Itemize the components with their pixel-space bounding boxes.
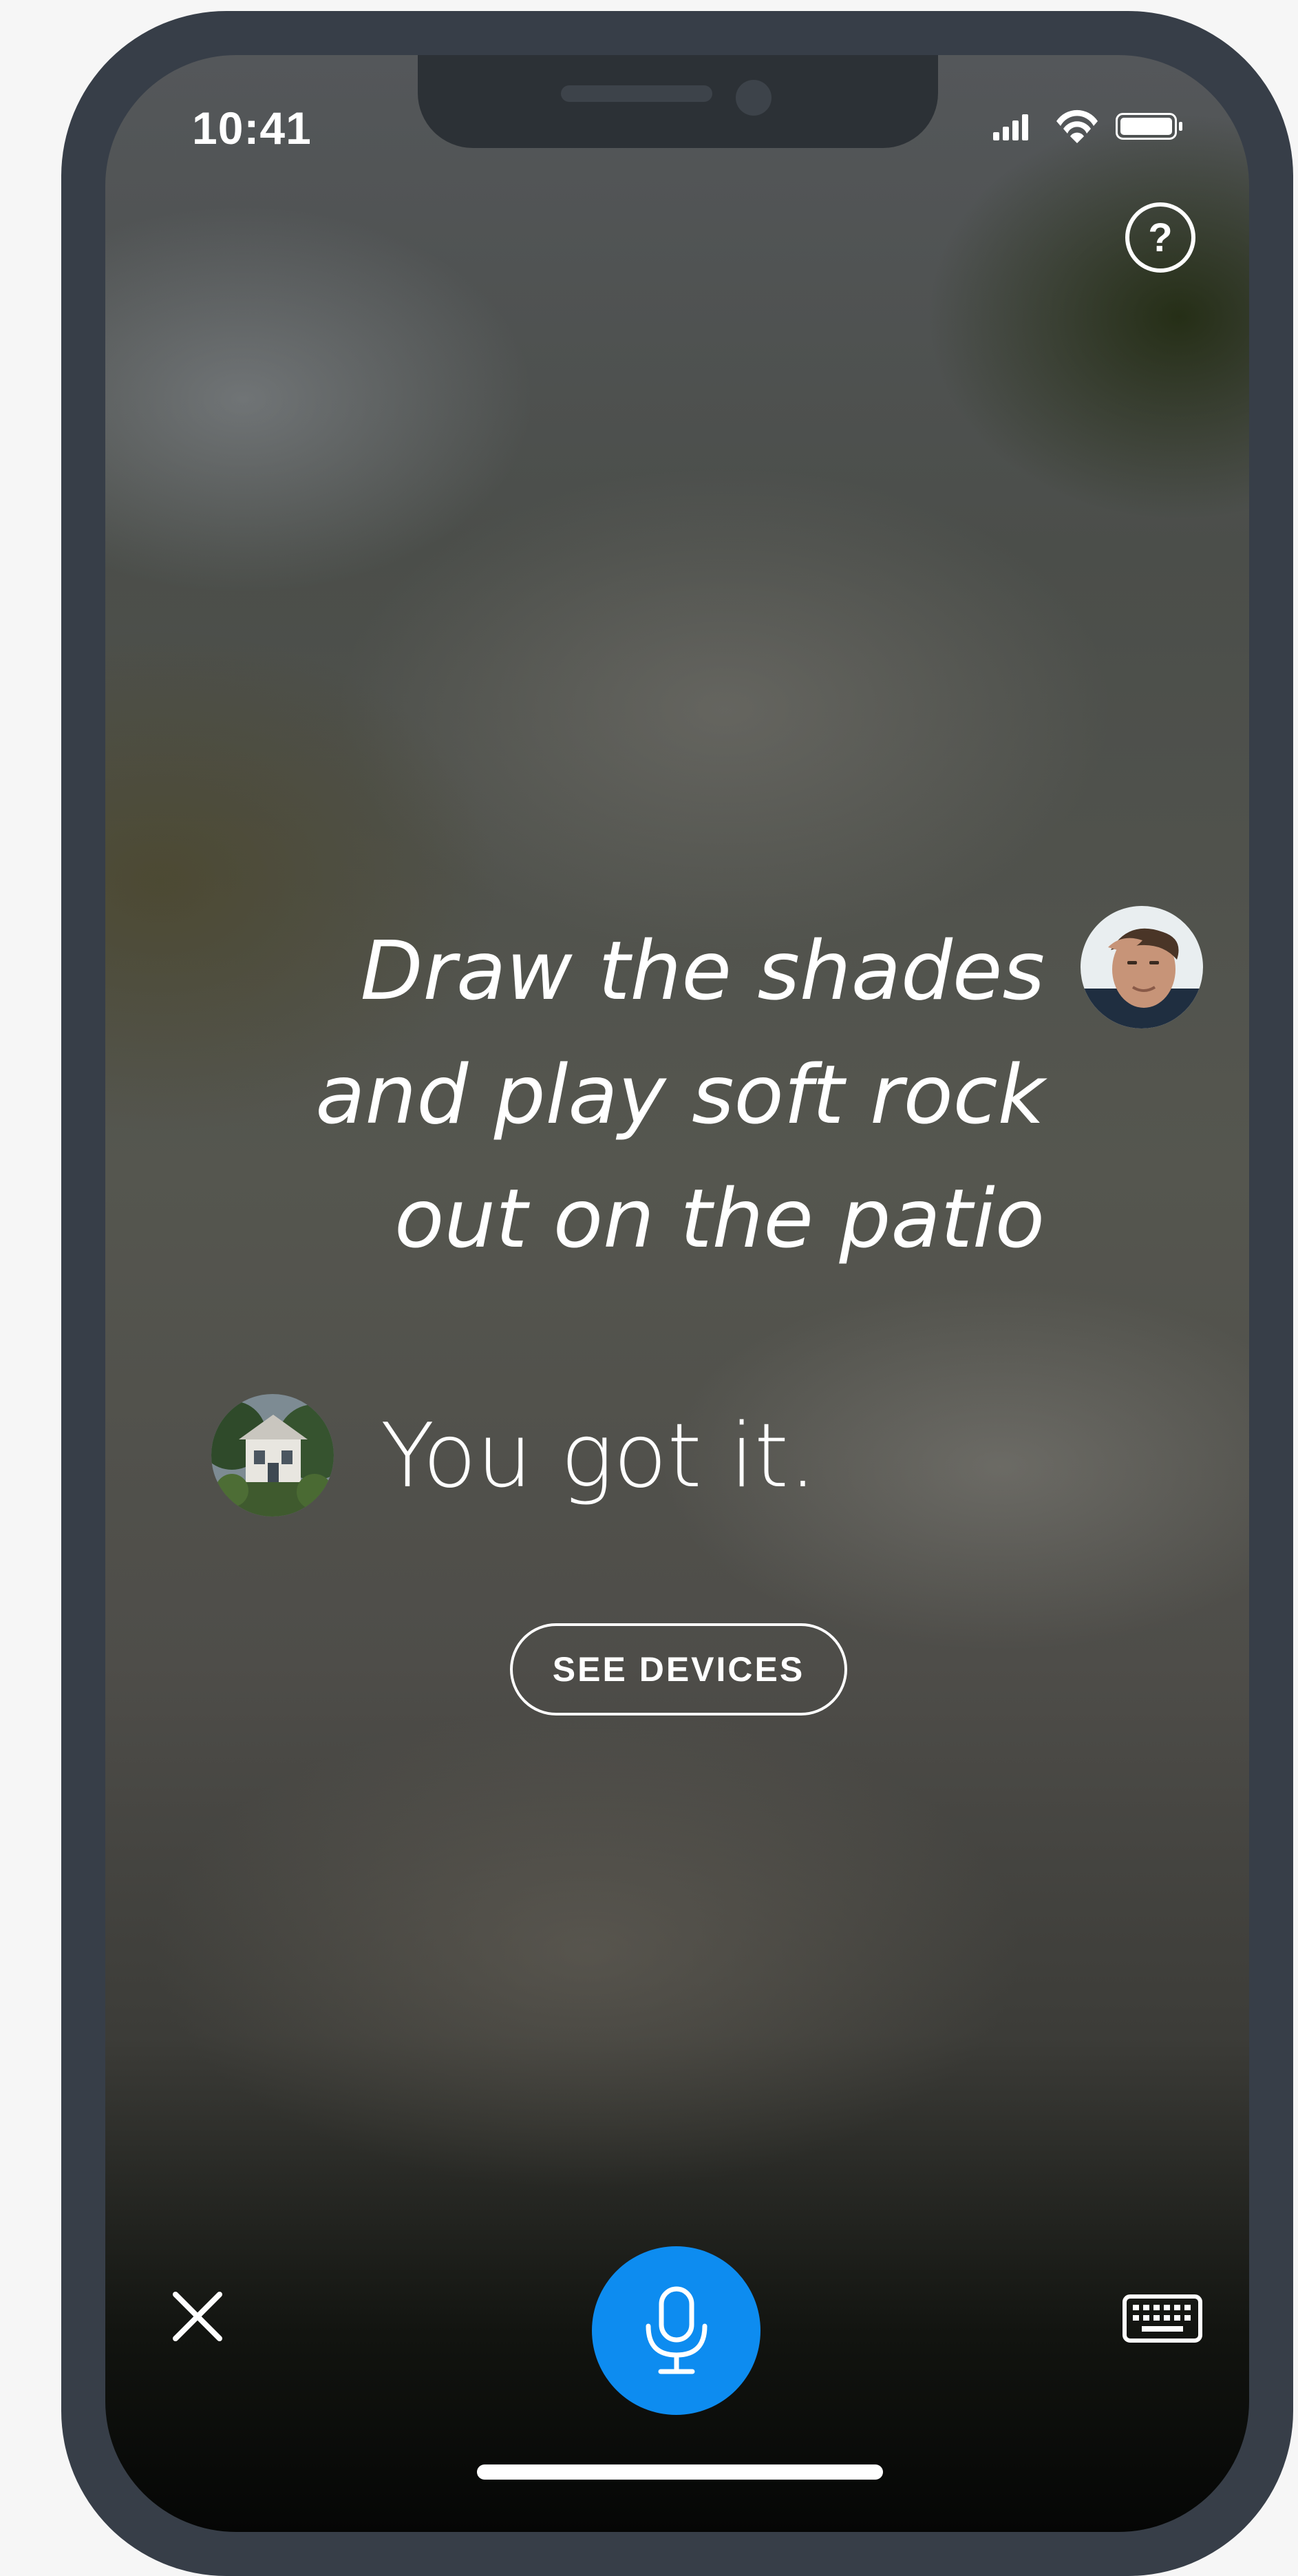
keyboard-button[interactable] [1116,2285,1209,2352]
home-indicator[interactable] [477,2464,883,2480]
help-button[interactable]: ? [1125,202,1195,273]
assistant-message: You got it. [381,1405,817,1508]
close-icon [173,2292,222,2341]
notch [418,55,938,148]
front-camera [736,80,772,116]
phone-frame: 10:41 ? Draw the shades and play soft ro… [61,11,1293,2576]
user-avatar [1081,906,1203,1028]
close-button[interactable] [156,2275,239,2358]
user-message: Draw the shades and play soft rock out o… [315,923,1045,1266]
assistant-screen: 10:41 ? Draw the shades and play soft ro… [105,55,1249,2532]
microphone-icon [646,2286,707,2374]
see-devices-button[interactable]: SEE DEVICES [510,1623,847,1715]
battery-icon [1116,113,1182,140]
keyboard-icon [1123,2294,1202,2343]
speaker-grille [561,85,712,102]
wifi-icon [1056,109,1098,143]
mic-button[interactable] [592,2246,760,2415]
assistant-avatar [211,1394,334,1517]
help-circle-icon: ? [1148,215,1173,260]
status-icons [993,109,1182,143]
status-time: 10:41 [192,103,312,154]
signal-icon [993,114,1028,140]
